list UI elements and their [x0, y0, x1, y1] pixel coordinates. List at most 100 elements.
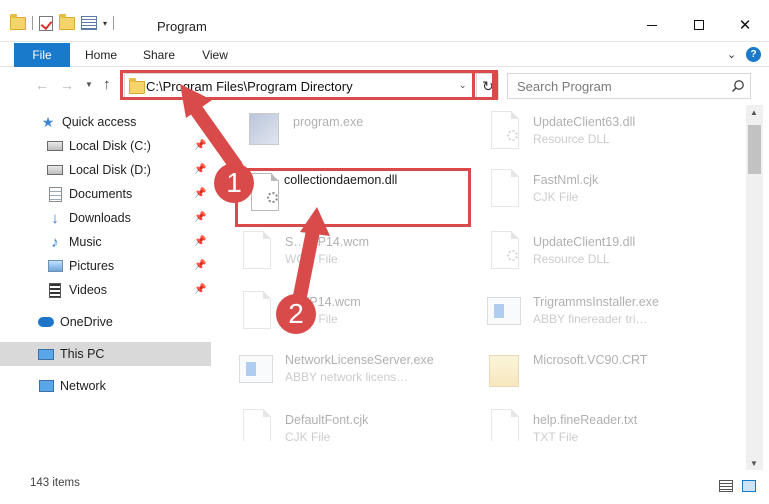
- file-type: Resource DLL: [533, 252, 610, 266]
- sidebar-item-label: Quick access: [62, 115, 137, 129]
- search-input[interactable]: [508, 74, 723, 98]
- pin-icon[interactable]: 📌: [194, 284, 206, 295]
- customize-toolbar-dropdown[interactable]: ▾: [103, 19, 107, 28]
- minimize-button[interactable]: [629, 10, 675, 40]
- expand-ribbon-chevron-icon[interactable]: ⌄: [727, 48, 741, 62]
- videos-icon: [47, 282, 63, 298]
- file-item[interactable]: DefaultFont.cjk CJK File: [235, 407, 485, 441]
- file-type: WCM File: [285, 312, 338, 326]
- item-count: 143 items: [30, 477, 80, 489]
- dll-icon: [483, 231, 523, 275]
- sidebar-item-quick-access[interactable]: ★ Quick access: [0, 110, 211, 134]
- pin-icon[interactable]: 📌: [194, 188, 206, 199]
- file-highlight-box: [235, 168, 471, 227]
- help-icon[interactable]: ?: [746, 47, 761, 62]
- folder-icon[interactable]: [10, 13, 26, 30]
- file-name: NetworkLicenseServer.exe: [285, 353, 434, 367]
- status-bar: 143 items: [0, 470, 769, 504]
- file-type: WCM File: [285, 252, 338, 266]
- file-item[interactable]: UpdateClient63.dll Resource DLL: [483, 109, 733, 165]
- pin-icon[interactable]: 📌: [194, 140, 206, 151]
- sidebar-item-videos[interactable]: Videos 📌: [0, 278, 211, 302]
- navigation-pane: ★ Quick access Local Disk (C:) 📌 Local D…: [0, 105, 211, 441]
- folder-icon: [129, 78, 145, 94]
- sidebar-item-downloads[interactable]: ↓ Downloads 📌: [0, 206, 211, 230]
- file-type: CJK File: [285, 430, 331, 441]
- tab-view[interactable]: View: [198, 43, 232, 67]
- file-name: UpdateClient19.dll: [533, 235, 636, 249]
- pin-icon[interactable]: 📌: [194, 212, 206, 223]
- sidebar-item-pictures[interactable]: Pictures 📌: [0, 254, 211, 278]
- back-arrow-icon[interactable]: ←: [35, 77, 49, 93]
- file-icon: [235, 231, 275, 275]
- search-box[interactable]: [507, 73, 751, 99]
- sidebar-item-label: Music: [69, 235, 102, 249]
- tab-file[interactable]: File: [14, 43, 70, 67]
- file-item[interactable]: TrigrammsInstaller.exe ABBY finereader t…: [483, 289, 733, 345]
- large-icons-view-icon[interactable]: [742, 480, 756, 492]
- sidebar-item-local-disk-d[interactable]: Local Disk (D:) 📌: [0, 158, 211, 182]
- file-item[interactable]: FastNml.cjk CJK File: [483, 167, 733, 223]
- sidebar-item-this-pc[interactable]: This PC: [0, 342, 211, 366]
- scroll-down-icon[interactable]: ▼: [750, 459, 758, 468]
- sidebar-item-local-disk-c[interactable]: Local Disk (C:) 📌: [0, 134, 211, 158]
- pin-icon[interactable]: 📌: [194, 236, 206, 247]
- search-icon[interactable]: [731, 79, 745, 93]
- sidebar-item-music[interactable]: ♪ Music 📌: [0, 230, 211, 254]
- sidebar-item-label: Videos: [69, 283, 107, 297]
- app-icon: [235, 349, 275, 393]
- close-button[interactable]: ✕: [722, 10, 768, 40]
- tab-home[interactable]: Home: [80, 43, 122, 67]
- file-item[interactable]: UpdateClient19.dll Resource DLL: [483, 229, 733, 285]
- tab-share[interactable]: Share: [140, 43, 178, 67]
- up-arrow-icon[interactable]: ↑: [103, 76, 111, 93]
- file-type: CJK File: [533, 190, 579, 204]
- file-item[interactable]: …WP14.wcm WCM File: [235, 289, 485, 345]
- download-icon: ↓: [51, 209, 59, 227]
- sidebar-item-label: Downloads: [69, 211, 131, 225]
- ribbon-tabs: File Home Share View ⌄ ?: [0, 43, 769, 67]
- toolbar-separator: [32, 16, 33, 30]
- file-item[interactable]: program.exe: [243, 109, 493, 165]
- maximize-button[interactable]: [676, 10, 722, 40]
- new-folder-icon[interactable]: [59, 13, 75, 30]
- address-dropdown-icon[interactable]: ⌄: [459, 80, 467, 91]
- cloud-icon: [38, 314, 54, 330]
- recent-locations-dropdown-icon[interactable]: ▼: [85, 80, 93, 89]
- scrollbar-thumb[interactable]: [748, 125, 761, 174]
- address-bar[interactable]: C:\Program Files\Program Directory ⌄ ↻: [124, 73, 499, 99]
- sidebar-item-network[interactable]: Network: [0, 374, 211, 398]
- file-item[interactable]: Microsoft.VC90.CRT: [483, 347, 733, 403]
- star-icon: ★: [41, 113, 55, 130]
- file-name: TrigrammsInstaller.exe: [533, 295, 659, 309]
- computer-icon: [38, 346, 54, 362]
- properties-check-icon[interactable]: [39, 15, 53, 31]
- sidebar-item-label: Local Disk (C:): [69, 139, 151, 153]
- sidebar-item-documents[interactable]: Documents 📌: [0, 182, 211, 206]
- pin-icon[interactable]: 📌: [194, 164, 206, 175]
- file-item[interactable]: S…WP14.wcm WCM File: [235, 229, 485, 285]
- navigation-bar: ← → ▼ ↑ C:\Program Files\Program Directo…: [0, 68, 769, 102]
- sidebar-item-label: Local Disk (D:): [69, 163, 151, 177]
- app-icon: [483, 291, 523, 335]
- close-icon: ✕: [738, 16, 752, 34]
- file-icon: [235, 409, 275, 441]
- vertical-scrollbar[interactable]: ▲ ▼: [746, 105, 763, 470]
- folder-icon: [483, 349, 523, 393]
- forward-arrow-icon[interactable]: →: [60, 77, 74, 93]
- sidebar-item-label: This PC: [60, 347, 105, 361]
- file-type: ABBY network licens…: [285, 370, 409, 384]
- network-icon: [38, 378, 54, 394]
- scroll-up-icon[interactable]: ▲: [750, 108, 758, 117]
- file-list: program.exe UpdateClient63.dll Resource …: [211, 105, 746, 441]
- refresh-icon[interactable]: ↻: [476, 74, 499, 98]
- details-view-icon[interactable]: [719, 480, 733, 492]
- file-item[interactable]: help.fineReader.txt TXT File: [483, 407, 733, 441]
- pin-icon[interactable]: 📌: [194, 260, 206, 271]
- address-path[interactable]: C:\Program Files\Program Directory: [146, 79, 353, 94]
- sidebar-item-onedrive[interactable]: OneDrive: [0, 310, 211, 334]
- file-name: help.fineReader.txt: [533, 413, 638, 427]
- file-item[interactable]: NetworkLicenseServer.exe ABBY network li…: [235, 347, 485, 403]
- sidebar-item-label: Documents: [69, 187, 133, 201]
- properties-icon[interactable]: [81, 16, 97, 30]
